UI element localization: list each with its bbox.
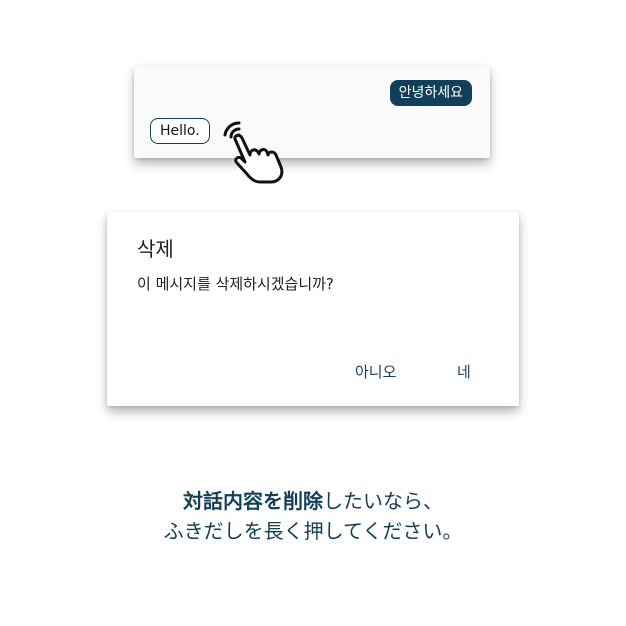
sent-message-bubble[interactable]: Hello. (150, 118, 210, 144)
caption-line-1: 対話内容を削除したいなら、 (0, 486, 626, 516)
caption-line-1-rest: したいなら、 (323, 489, 443, 513)
hand-long-press-icon (223, 121, 284, 184)
dialog-message: 이 메시지를 삭제하시겠습니까? (137, 275, 334, 293)
instruction-caption: 対話内容を削除したいなら、 ふきだしを長く押してください。 (0, 486, 626, 546)
delete-dialog: 삭제 이 메시지를 삭제하시겠습니까? 아니오 네 (107, 212, 519, 406)
dialog-title: 삭제 (137, 237, 174, 261)
caption-emphasis: 対話内容を削除 (183, 489, 323, 513)
hand-shape (233, 134, 284, 184)
chat-preview-card: 안녕하세요 Hello. (134, 66, 490, 158)
received-message-bubble[interactable]: 안녕하세요 (389, 80, 472, 106)
confirm-delete-button[interactable]: 네 (449, 357, 479, 386)
caption-line-2: ふきだしを長く押してください。 (163, 519, 463, 543)
cancel-button[interactable]: 아니오 (347, 357, 404, 386)
